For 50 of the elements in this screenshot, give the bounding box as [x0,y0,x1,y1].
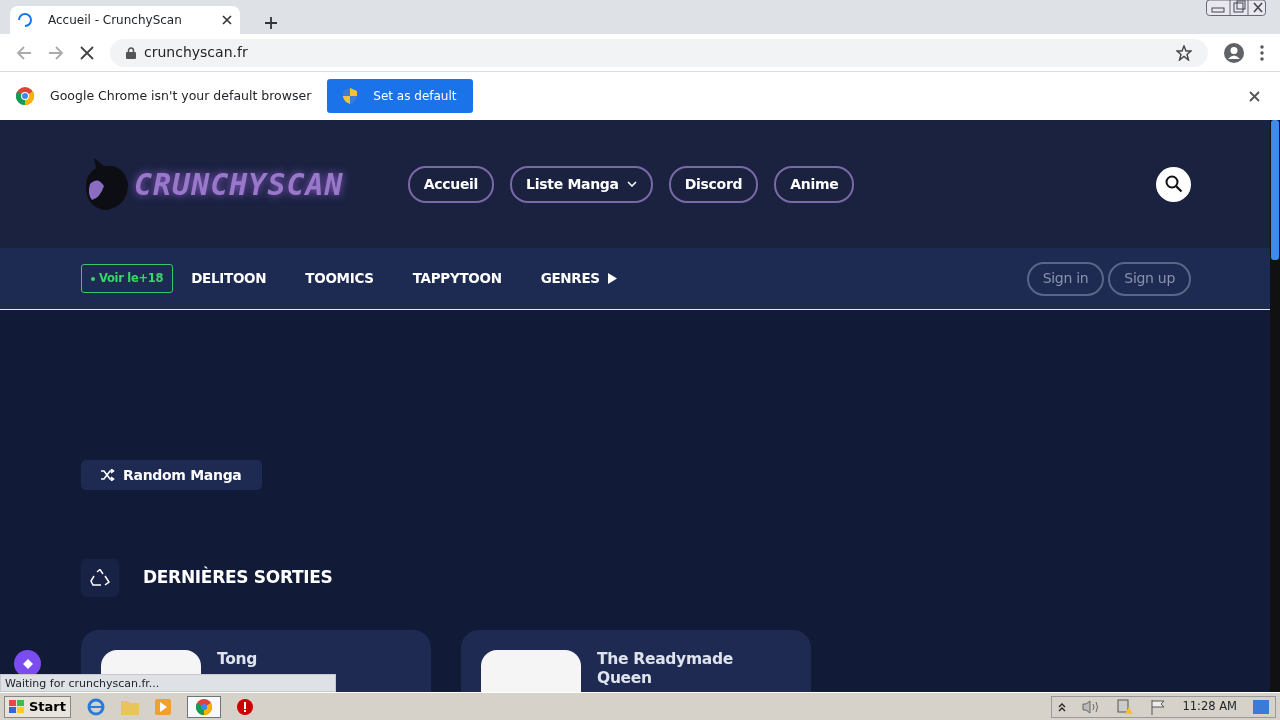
chrome-logo-icon [16,87,34,105]
category-link[interactable]: TOOMICS [305,268,374,289]
chevron-up-icon[interactable] [1058,701,1067,712]
address-bar[interactable]: crunchyscan.fr [110,38,1208,67]
manga-title[interactable]: The Readymade Queen [597,650,787,692]
category-link[interactable]: DELITOON [191,268,267,289]
lock-icon [126,46,136,59]
category-link[interactable]: GENRES [540,268,617,289]
random-manga-button[interactable]: Random Manga [81,460,262,490]
play-arrow-icon [607,273,617,284]
search-button[interactable] [1156,166,1191,202]
auth-button[interactable]: Sign up [1108,261,1191,296]
section-title: DERNIÈRES SORTIES [143,565,333,590]
default-browser-message: Google Chrome isn't your default browser [50,86,312,105]
manga-card[interactable]: The Readymade Queen [461,630,811,692]
close-icon[interactable] [222,15,232,25]
status-tooltip: Waiting for crunchyscan.fr... [0,674,336,692]
diamond-icon [22,658,33,669]
new-tab-icon[interactable] [264,16,278,30]
start-button[interactable]: Start [4,695,71,718]
windows-logo-icon [9,699,25,714]
adult-content-button[interactable]: Voir le+18 [81,263,174,294]
profile-icon[interactable] [1224,42,1244,63]
auth-button[interactable]: Sign in [1026,261,1105,296]
stop-sign-icon[interactable] [237,698,253,715]
browser-icon[interactable] [87,697,105,716]
chrome-logo-icon [196,698,212,715]
loading-spinner-icon [18,13,32,27]
dot-icon [91,276,95,281]
chrome-taskbar-button[interactable] [187,695,221,718]
nav-button[interactable]: Liste Manga [510,165,653,203]
star-icon[interactable] [1176,44,1192,61]
scrollbar-thumb[interactable] [1271,120,1279,260]
close-icon[interactable] [1249,90,1260,102]
nav-button[interactable]: Anime [774,165,855,203]
menu-icon[interactable] [1260,44,1264,61]
logo-text[interactable]: CRUNCHYSCAN [134,161,344,207]
nav-button[interactable]: Discord [668,165,759,203]
stop-icon[interactable] [80,45,94,60]
speaker-icon[interactable] [1082,699,1101,714]
category-link[interactable]: TAPPYTOON [412,268,502,289]
flag-icon[interactable] [1150,698,1167,715]
show-desktop-icon[interactable] [1253,699,1269,714]
set-default-button[interactable]: Set as default [327,79,473,113]
nav-button[interactable]: Accueil [407,165,495,203]
recycle-icon [81,559,119,597]
search-icon [1164,175,1183,193]
chevron-down-icon [626,181,637,187]
shuffle-icon [101,469,115,481]
shield-icon [343,88,358,104]
